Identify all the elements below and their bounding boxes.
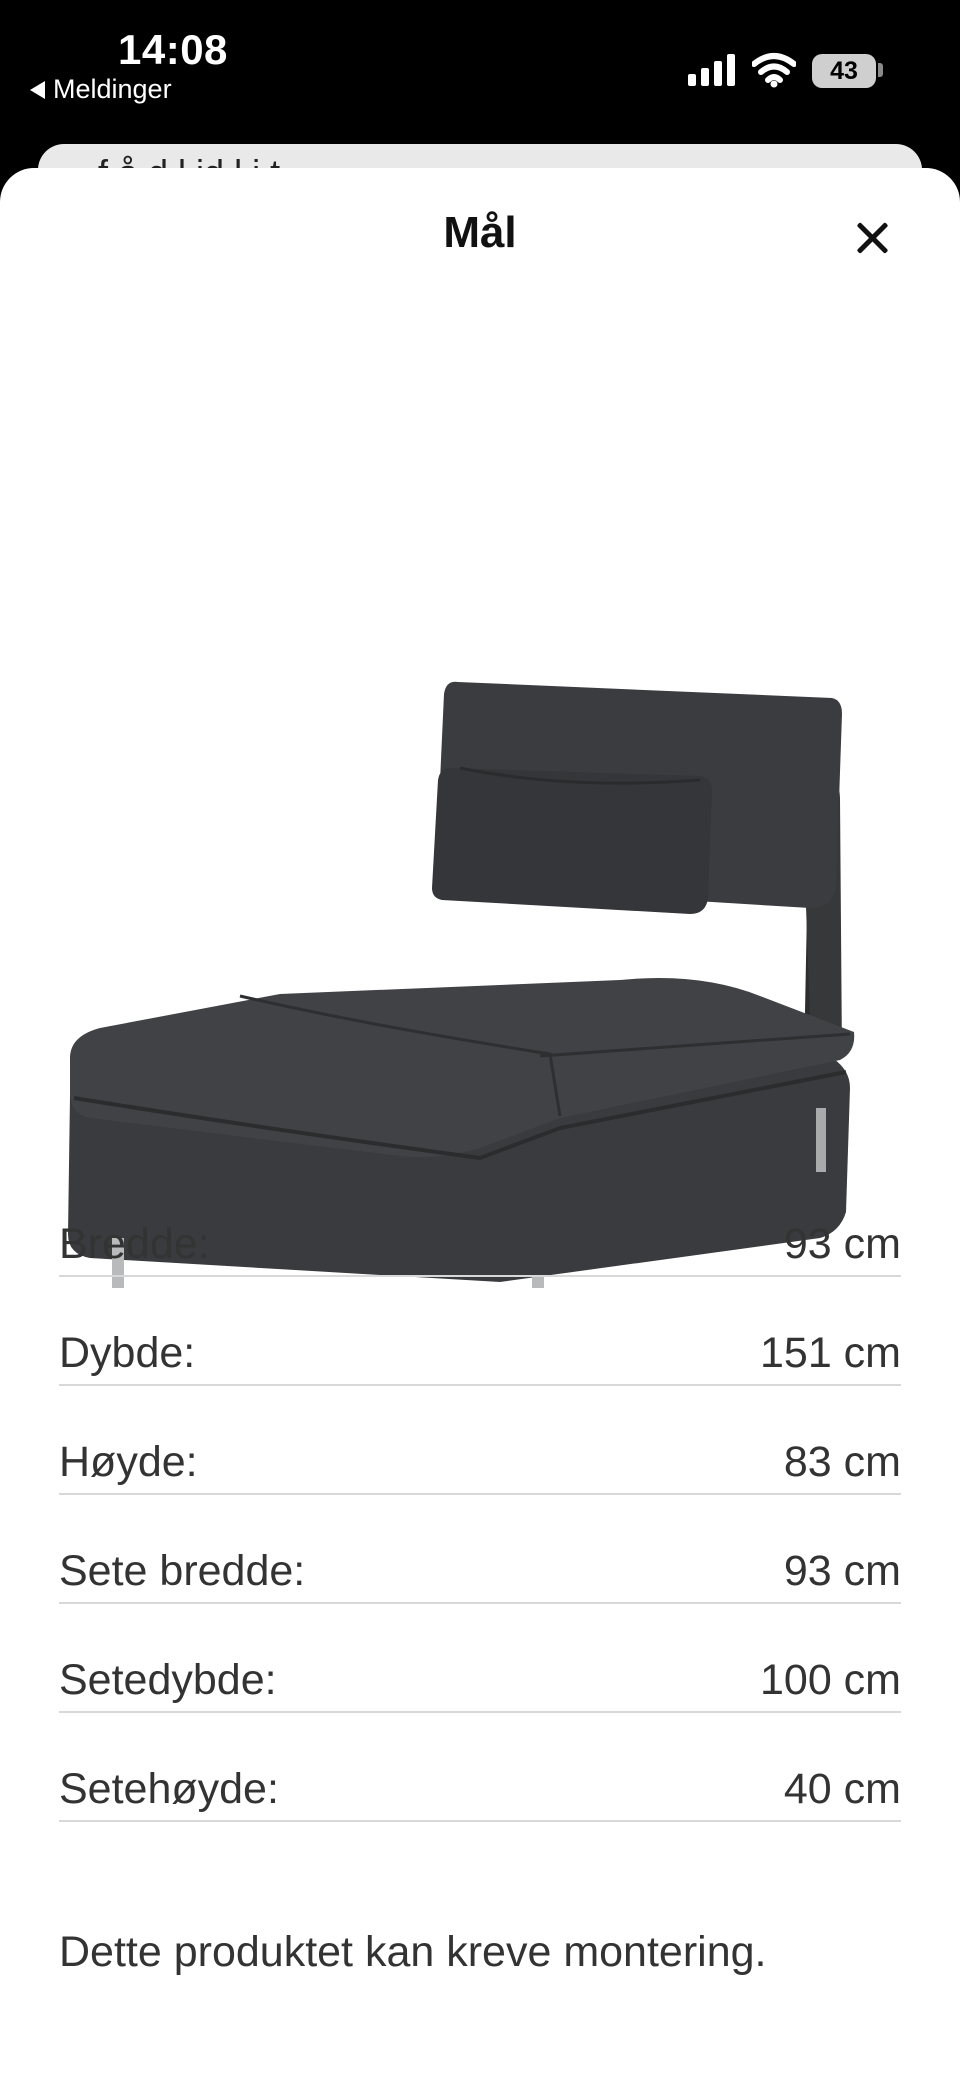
spec-label: Sete bredde:	[59, 1547, 306, 1595]
spec-value: 100 cm	[759, 1656, 901, 1704]
sofa-chaise-image	[68, 681, 855, 1288]
battery-nub	[878, 63, 883, 77]
dimensions-list: Bredde: 93 cm Dybde: 151 cm Høyde: 83 cm…	[59, 1168, 901, 1822]
spec-row-height: Høyde: 83 cm	[59, 1386, 901, 1495]
battery-level: 43	[830, 56, 858, 85]
spec-label: Setehøyde:	[59, 1765, 279, 1813]
spec-label: Dybde:	[59, 1329, 196, 1377]
spec-row-seat-depth: Setedybde: 100 cm	[59, 1604, 901, 1713]
back-arrow-icon	[30, 80, 45, 99]
spec-row-width: Bredde: 93 cm	[59, 1168, 901, 1277]
dimensions-sheet: Mål Bredde: 93 cm Dybde: 151 cm Høyde: 8…	[0, 168, 960, 2081]
spec-row-seat-width: Sete bredde: 93 cm	[59, 1495, 901, 1604]
battery-icon: 43	[812, 54, 876, 88]
status-time: 14:08	[118, 26, 228, 73]
spec-label: Høyde:	[59, 1438, 198, 1486]
spec-value: 93 cm	[783, 1220, 901, 1268]
spec-row-depth: Dybde: 151 cm	[59, 1277, 901, 1386]
back-to-messages-button[interactable]: Meldinger	[30, 74, 172, 105]
sheet-title: Mål	[443, 208, 517, 257]
spec-value: 40 cm	[783, 1765, 901, 1813]
back-label: Meldinger	[53, 74, 172, 104]
wifi-icon	[752, 53, 796, 88]
spec-value: 151 cm	[759, 1329, 901, 1377]
spec-label: Bredde:	[59, 1220, 210, 1268]
assembly-note: Dette produktet kan kreve montering.	[59, 1928, 767, 1976]
spec-value: 93 cm	[783, 1547, 901, 1595]
cellular-signal-icon	[688, 54, 735, 86]
spec-value: 83 cm	[783, 1438, 901, 1486]
spec-label: Setedybde:	[59, 1656, 277, 1704]
close-icon[interactable]	[848, 214, 896, 262]
spec-row-seat-height: Setehøyde: 40 cm	[59, 1713, 901, 1822]
